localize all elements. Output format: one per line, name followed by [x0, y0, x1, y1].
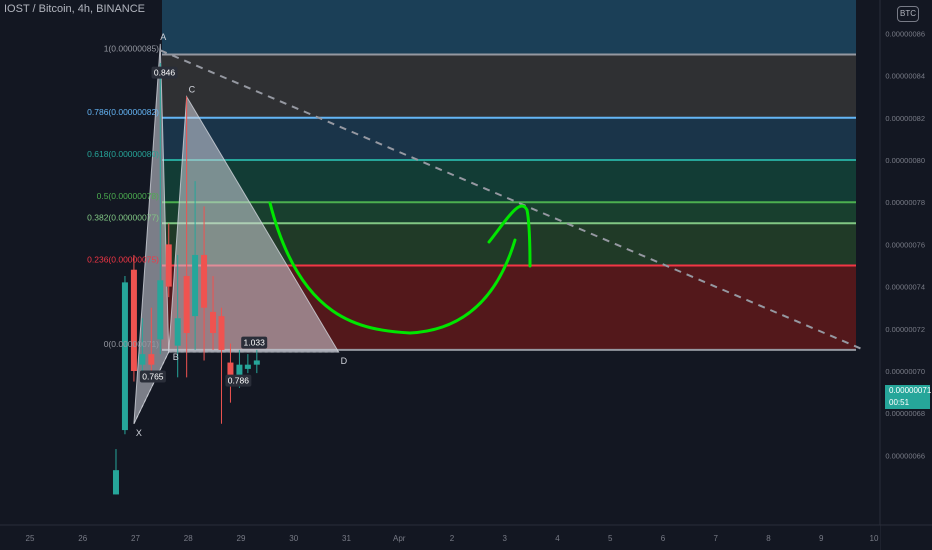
bar-countdown: 00:51: [889, 398, 910, 407]
price-tick-label: 0.00000082: [885, 114, 925, 123]
last-price: 0.00000071: [889, 386, 932, 395]
fib-level-label: 0(0.00000071): [104, 339, 159, 349]
last-price-tag: 0.00000071 00:51: [885, 385, 932, 409]
time-tick-label: 10: [870, 534, 879, 543]
candle-body: [165, 244, 172, 287]
candle-body: [112, 470, 119, 495]
time-tick-label: 27: [131, 534, 140, 543]
time-tick-label: 4: [555, 534, 560, 543]
fib-level-label: 0.236(0.00000075): [87, 255, 159, 265]
pattern-point-label: B: [173, 352, 179, 362]
candle-body: [244, 364, 251, 369]
time-tick-label: 28: [184, 534, 193, 543]
time-tick-label: 9: [819, 534, 824, 543]
candle-body: [121, 282, 128, 431]
time-tick-label: 3: [503, 534, 508, 543]
price-axis[interactable]: 0.00000066 0.00000068 0.00000070 0.00000072…: [879, 0, 932, 550]
candle-body: [139, 354, 146, 365]
candle-body: [148, 354, 155, 365]
fib-zone: [162, 160, 856, 203]
fib-zone: [162, 0, 856, 55]
price-tick-label: 0.00000070: [885, 367, 925, 376]
fib-level-label: 1(0.00000085): [104, 44, 159, 54]
ratio-label: 0.765: [142, 371, 164, 381]
time-tick-label: 31: [342, 534, 351, 543]
candle-body: [210, 311, 217, 334]
time-tick-label: 25: [26, 534, 35, 543]
pattern-point-label: C: [189, 85, 196, 95]
price-tick-label: 0.00000080: [885, 156, 925, 165]
time-tick-label: 26: [78, 534, 87, 543]
time-tick-label: 6: [661, 534, 666, 543]
symbol-title: IOST / Bitcoin, 4h, BINANCE: [4, 3, 146, 15]
candle-body: [201, 254, 208, 308]
fib-level-label: 0.382(0.00000077): [87, 212, 159, 222]
price-tick-label: 0.00000072: [885, 325, 925, 334]
price-tick-label: 0.00000074: [885, 283, 925, 292]
candle-body: [130, 269, 137, 371]
price-tick-label: 0.00000068: [885, 409, 925, 418]
price-axis-bg: [880, 0, 932, 550]
candle-body: [218, 316, 225, 350]
candle-body: [192, 254, 199, 317]
candle-body: [174, 318, 181, 346]
time-tick-label: 29: [237, 534, 246, 543]
price-tick-label: 0.00000084: [885, 72, 925, 81]
time-tick-label: 30: [289, 534, 298, 543]
candle-body: [253, 360, 260, 365]
price-tick-label: 0.00000086: [885, 29, 925, 38]
fib-zone: [162, 202, 856, 224]
time-tick-label: 2: [450, 534, 455, 543]
time-tick-label: 5: [608, 534, 613, 543]
pattern-point-label: D: [341, 356, 348, 366]
pattern-point-label: A: [160, 32, 166, 42]
time-tick-label: 8: [766, 534, 771, 543]
ratio-label: 0.846: [154, 68, 176, 78]
price-tick-label: 0.00000078: [885, 198, 925, 207]
ratio-label: 1.033: [244, 338, 266, 348]
candle-body: [183, 276, 190, 334]
candle-body: [157, 280, 164, 340]
pattern-point-label: X: [136, 428, 142, 438]
fib-level-label: 0.786(0.00000082): [87, 107, 159, 117]
currency-badge[interactable]: BTC: [897, 6, 919, 22]
fib-level-label: 0.618(0.00000080): [87, 149, 159, 159]
fib-zone: [162, 117, 856, 160]
price-tick-label: 0.00000066: [885, 451, 925, 460]
time-tick-label: Apr: [393, 534, 406, 543]
time-axis[interactable]: 25 26 27 28 29 30 31 Apr 2 3 4 5 6 7 8 9 10: [0, 524, 932, 550]
ratio-label: 0.786: [228, 376, 250, 386]
price-tick-label: 0.00000076: [885, 240, 925, 249]
price-chart[interactable]: 1.272(0.00000089)1(0.00000085)0.786(0.00…: [0, 0, 932, 550]
time-tick-label: 7: [714, 534, 719, 543]
fib-level-label: 0.5(0.00000078): [97, 191, 160, 201]
fib-zone: [162, 54, 856, 118]
